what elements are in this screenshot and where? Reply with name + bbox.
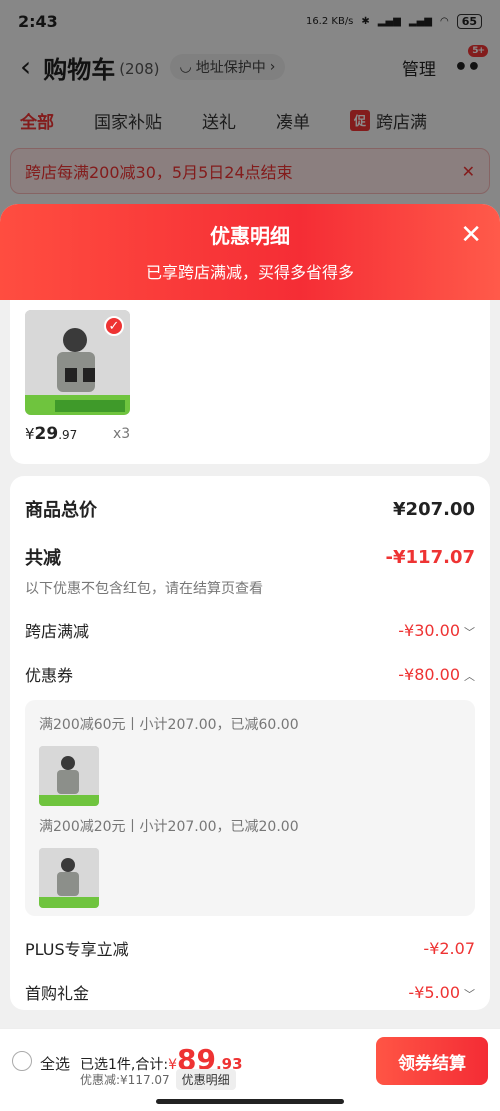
price-integer: 29 [34,424,59,444]
saved-amount: 优惠减:¥117.07 [80,1073,170,1087]
sheet-title: 优惠明细 [210,224,290,248]
plus-label: PLUS专享立减 [25,940,129,959]
coupon-row[interactable]: 优惠券 -¥80.00 ︿ [25,642,475,686]
reduce-row: 共减 -¥117.07 [25,522,475,570]
product-card: ✓ ¥29.97 x3 [10,300,490,464]
coupon-value: -¥80.00 [398,664,460,684]
select-all-label[interactable]: 全选 [40,1053,70,1074]
price-decimal: .97 [58,428,78,442]
total-label: 商品总价 [25,500,97,521]
coupon-detail-box: 满200减60元丨小计207.00，已减60.00 满200减20元丨小计207… [25,700,475,916]
check-icon: ✓ [104,316,124,336]
chevron-down-icon: ﹀ [464,987,475,1001]
thumb-photo [39,848,99,908]
coupon-label: 优惠券 [25,666,74,685]
chevron-up-icon: ︿ [464,669,475,683]
plus-row: PLUS专享立减 -¥2.07 [25,916,475,960]
sheet-subtitle: 已享跨店满减，买得多省得多 [145,263,354,282]
total-row: 商品总价 ¥207.00 [25,476,475,522]
discount-detail-sheet: 优惠明细 已享跨店满减，买得多省得多 ✕ ✓ ¥29.97 x3 商品总价 ¥2… [0,204,500,1111]
checkout-button[interactable]: 领券结算 [376,1037,488,1085]
saved-info: 优惠减:¥117.07 优惠明细 [80,1069,236,1090]
discount-note: 以下优惠不包含红包，请在结算页查看 [25,581,263,597]
product-image[interactable]: ✓ [25,310,130,415]
home-indicator [156,1099,344,1104]
reduce-label: 共减 [25,548,61,569]
cross-store-row[interactable]: 跨店满减 -¥30.00 ﹀ [25,598,475,642]
coupon-product-thumb [39,848,99,908]
first-purchase-value: -¥5.00 [408,982,460,1002]
product-price: ¥29.97 [25,424,77,444]
plus-value: -¥2.07 [423,938,475,958]
sheet-header: 优惠明细 已享跨店满减，买得多省得多 ✕ [0,204,500,300]
coupon-product-thumb [39,746,99,806]
discount-detail-button[interactable]: 优惠明细 [175,1069,236,1090]
first-purchase-label: 首购礼金 [25,984,90,1003]
price-symbol: ¥ [25,425,35,443]
cross-store-value: -¥30.00 [398,620,460,640]
thumb-photo [39,746,99,806]
select-all-radio[interactable] [12,1051,32,1071]
chevron-down-icon: ﹀ [464,625,475,639]
first-purchase-row[interactable]: 首购礼金 -¥5.00 ﹀ [25,960,475,1004]
coupon-detail-line: 满200减20元丨小计207.00，已减20.00 [39,819,299,835]
price-breakdown-card: 商品总价 ¥207.00 共减 -¥117.07 以下优惠不包含红包，请在结算页… [10,476,490,1010]
total-value: ¥207.00 [393,498,475,520]
close-icon[interactable]: ✕ [460,222,482,248]
product-quantity: x3 [113,426,131,442]
reduce-value: -¥117.07 [385,546,475,568]
coupon-detail-line: 满200减60元丨小计207.00，已减60.00 [39,717,299,733]
cross-store-label: 跨店满减 [25,622,90,641]
